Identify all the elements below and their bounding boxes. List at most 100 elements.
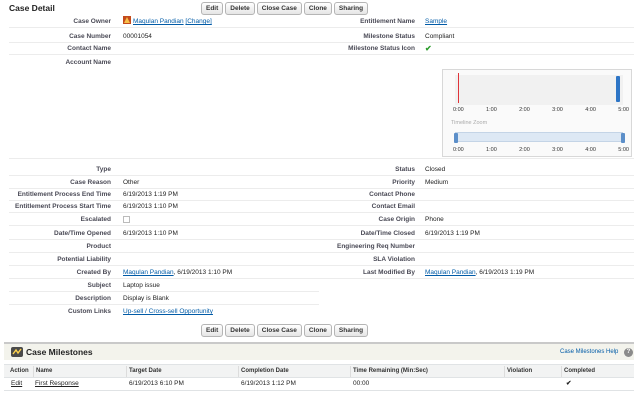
case-reason-label: Case Reason (70, 179, 111, 186)
description-value: Display is Blank (123, 295, 169, 302)
edit-button[interactable]: Edit (201, 324, 224, 337)
date-closed-value: 6/19/2013 1:19 PM (425, 230, 480, 237)
row-type-status: Type Status Closed (0, 164, 640, 176)
contact-phone-label: Contact Phone (369, 191, 415, 198)
clone-button[interactable]: Clone (303, 2, 332, 15)
col-target-date[interactable]: Target Date (129, 368, 162, 374)
entitlement-name-link[interactable]: Sample (425, 16, 447, 27)
completed-check-icon: ✔ (566, 380, 572, 387)
zoom-handle-right[interactable] (621, 133, 625, 143)
case-owner-link[interactable]: Maqulan Pandian (133, 18, 184, 25)
row-case-owner: Case Owner Maqulan Pandian [Change] Enti… (0, 16, 640, 28)
row-description: Description Display is Blank (0, 293, 640, 305)
last-modified-link[interactable]: Maqulan Pandian (425, 269, 476, 276)
timeline-axis: 0:00 1:00 2:00 3:00 4:00 5:00 (453, 107, 629, 115)
time-remaining-value: 00:00 (353, 380, 370, 387)
date-opened-value: 6/19/2013 1:10 PM (123, 230, 178, 237)
col-time-remaining[interactable]: Time Remaining (Min:Sec) (353, 368, 428, 374)
case-origin-label: Case Origin (378, 216, 415, 223)
priority-label: Priority (392, 179, 415, 186)
help-icon[interactable]: ? (624, 348, 633, 357)
col-completion-date[interactable]: Completion Date (241, 368, 289, 374)
timeline-track (455, 75, 623, 105)
milestones-help-link[interactable]: Case Milestones Help (560, 349, 618, 355)
clone-button[interactable]: Clone (303, 324, 332, 337)
target-date-value: 6/19/2013 6:10 PM (129, 380, 184, 387)
timeline-milestone-bar[interactable] (616, 76, 620, 102)
zoom-tick: 4:00 (585, 147, 596, 153)
col-name[interactable]: Name (36, 368, 52, 374)
checkbox-icon (123, 215, 130, 223)
created-by-link[interactable]: Maqulan Pandian (123, 269, 174, 276)
engineering-req-label: Engineering Req Number (336, 243, 415, 250)
last-modified-value: Maqulan Pandian, 6/19/2013 1:19 PM (425, 267, 534, 278)
date-opened-label: Date/Time Opened (54, 230, 111, 237)
row-end-time-phone: Entitlement Process End Time 6/19/2013 1… (0, 189, 640, 201)
last-modified-label: Last Modified By (362, 269, 415, 276)
timeline-tick: 3:00 (552, 107, 563, 113)
zoom-handle-left[interactable] (454, 133, 458, 143)
contact-name-label: Contact Name (67, 45, 111, 52)
row-custom-links: Custom Links Up-sell / Cross-sell Opport… (0, 306, 640, 318)
case-owner-label: Case Owner (73, 18, 111, 25)
bottom-button-bar: Edit Delete Close Case Clone Sharing (201, 324, 369, 337)
timeline-zoom-axis: 0:00 1:00 2:00 3:00 4:00 5:00 (453, 147, 629, 155)
row-account-name: Account Name (0, 57, 640, 69)
milestone-timeline[interactable]: 0:00 1:00 2:00 3:00 4:00 5:00 Timeline Z… (442, 69, 632, 157)
sharing-button[interactable]: Sharing (333, 2, 369, 15)
escalated-checkbox (123, 214, 130, 225)
col-violation[interactable]: Violation (507, 368, 532, 374)
green-check-icon: ✔ (425, 44, 432, 53)
milestone-name-link[interactable]: First Response (35, 380, 79, 387)
zoom-tick: 3:00 (552, 147, 563, 153)
zoom-tick: 5:00 (618, 147, 629, 153)
timeline-tick: 5:00 (618, 107, 629, 113)
milestone-status-icon-label: Milestone Status Icon (348, 45, 415, 52)
row-start-time-email: Entitlement Process Start Time 6/19/2013… (0, 201, 640, 213)
sharing-button[interactable]: Sharing (333, 324, 369, 337)
timeline-tick: 2:00 (519, 107, 530, 113)
status-value: Closed (425, 166, 446, 173)
delete-button[interactable]: Delete (225, 324, 255, 337)
date-closed-label: Date/Time Closed (360, 230, 415, 237)
created-by-value: Maqulan Pandian, 6/19/2013 1:10 PM (123, 267, 232, 278)
milestone-status-label: Milestone Status (363, 33, 415, 40)
row-opened-closed: Date/Time Opened 6/19/2013 1:10 PM Date/… (0, 228, 640, 240)
timeline-zoom-slider[interactable] (455, 132, 623, 142)
milestone-status-value: Compliant (425, 33, 455, 40)
timeline-tick: 1:00 (486, 107, 497, 113)
row-contact-name: Contact Name Milestone Status Icon ✔ (0, 43, 640, 55)
contact-email-label: Contact Email (371, 203, 415, 210)
zoom-tick: 0:00 (453, 147, 464, 153)
delete-button[interactable]: Delete (225, 2, 255, 15)
case-detail-title: Case Detail (9, 3, 55, 13)
milestones-icon (11, 347, 23, 357)
column-separator (126, 366, 127, 377)
type-label: Type (96, 166, 111, 173)
timeline-tick: 0:00 (453, 107, 464, 113)
account-name-label: Account Name (65, 59, 111, 66)
created-by-label: Created By (76, 269, 111, 276)
edit-button[interactable]: Edit (201, 2, 224, 15)
zoom-tick: 2:00 (519, 147, 530, 153)
close-case-button[interactable]: Close Case (256, 324, 302, 337)
row-case-number: Case Number 00001054 Milestone Status Co… (0, 31, 640, 43)
row-escalated-origin: Escalated Case Origin Phone (0, 214, 640, 226)
subject-label: Subject (87, 282, 111, 289)
case-origin-value: Phone (425, 216, 444, 223)
close-case-button[interactable]: Close Case (256, 2, 302, 15)
case-number-value: 00001054 (123, 33, 152, 40)
row-product-eng: Product Engineering Req Number (0, 241, 640, 253)
product-label: Product (86, 243, 111, 250)
upsell-link[interactable]: Up-sell / Cross-sell Opportunity (123, 306, 213, 317)
entitlement-name-label: Entitlement Name (360, 18, 415, 25)
sla-violation-label: SLA Violation (373, 256, 415, 263)
row-edit-link[interactable]: Edit (11, 380, 22, 387)
change-owner-link[interactable]: [Change] (185, 18, 211, 25)
col-completed[interactable]: Completed (564, 368, 595, 374)
custom-links-label: Custom Links (68, 308, 111, 315)
status-label: Status (395, 166, 415, 173)
process-start-time-value: 6/19/2013 1:10 PM (123, 203, 178, 210)
process-end-time-value: 6/19/2013 1:19 PM (123, 191, 178, 198)
row-reason-priority: Case Reason Other Priority Medium (0, 177, 640, 189)
